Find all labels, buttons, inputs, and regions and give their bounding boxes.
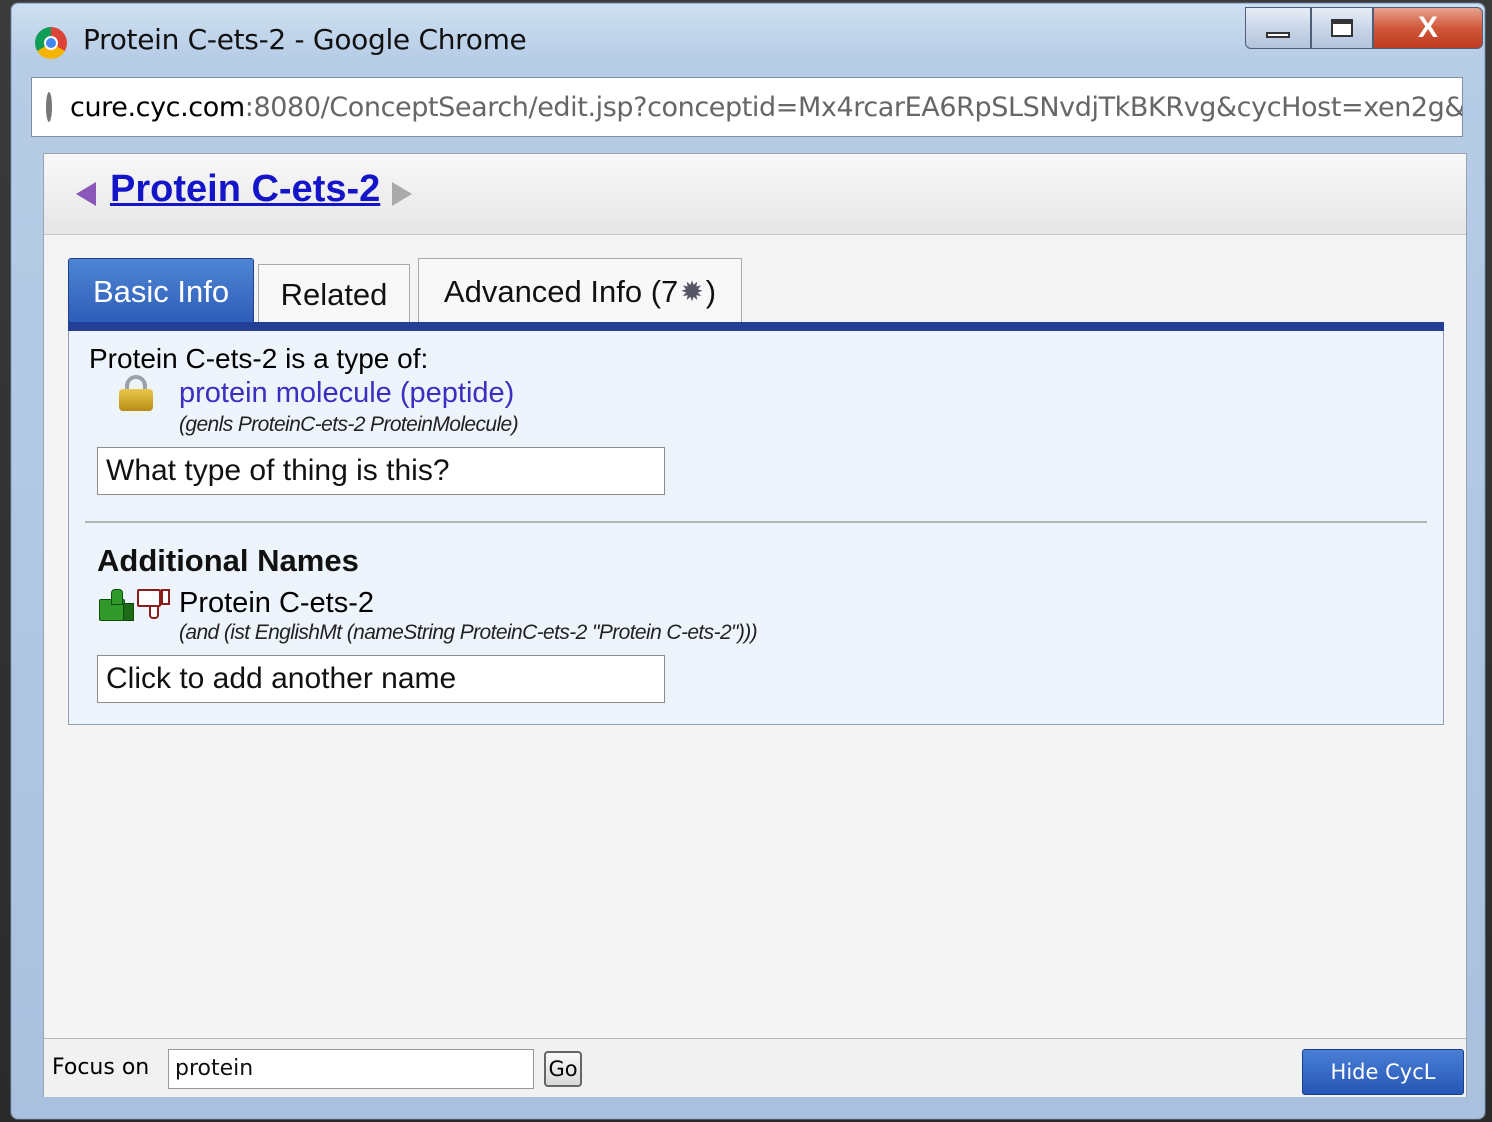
title-bar[interactable]: Protein C-ets-2 - Google Chrome X: [11, 3, 1485, 73]
thumbs-up-thumb: [111, 589, 123, 605]
globe-icon: [46, 92, 52, 122]
basic-info-panel: Protein C-ets-2 is a type of: protein mo…: [68, 331, 1444, 725]
type-link[interactable]: protein molecule (peptide): [179, 377, 514, 410]
url-path: :8080/ConceptSearch/edit.jsp?conceptid=M…: [244, 91, 1463, 123]
go-button[interactable]: Go: [544, 1051, 582, 1087]
focus-input[interactable]: protein: [168, 1049, 534, 1089]
thumbs-down-icon[interactable]: [137, 589, 171, 619]
previous-arrow-icon[interactable]: [76, 182, 96, 206]
maximize-button[interactable]: [1311, 7, 1373, 49]
type-input[interactable]: What type of thing is this?: [97, 447, 665, 495]
tab-advanced-suffix: ): [705, 273, 717, 309]
tab-related[interactable]: Related: [258, 264, 410, 324]
thumbs-up-icon[interactable]: [99, 589, 134, 621]
additional-name: Protein C-ets-2: [179, 587, 375, 619]
section-divider: [85, 521, 1427, 523]
address-bar[interactable]: cure.cyc.com:8080/ConceptSearch/edit.jsp…: [31, 77, 1463, 137]
window-title: Protein C-ets-2 - Google Chrome: [83, 23, 527, 56]
url-text[interactable]: cure.cyc.com:8080/ConceptSearch/edit.jsp…: [70, 91, 1463, 123]
browser-window: Protein C-ets-2 - Google Chrome X cure.c…: [10, 2, 1486, 1120]
window-controls: X: [1245, 7, 1483, 51]
close-icon: X: [1417, 11, 1438, 44]
lock-body: [119, 389, 153, 411]
maximize-icon: [1331, 19, 1353, 37]
bottom-bar: Focus on protein Go Hide CycL: [44, 1038, 1466, 1097]
minimize-icon: [1266, 32, 1290, 38]
tab-advanced-info[interactable]: Advanced Info (7 ✹): [418, 258, 742, 324]
star-burst-icon: ✹: [680, 276, 704, 307]
type-cycl-text: (genls ProteinC-ets-2 ProteinMolecule): [179, 413, 519, 436]
concept-header: Protein C-ets-2: [44, 154, 1466, 235]
type-heading: Protein C-ets-2 is a type of:: [89, 343, 429, 374]
minimize-button[interactable]: [1245, 7, 1311, 49]
concept-title-link[interactable]: Protein C-ets-2: [110, 168, 380, 211]
add-name-input[interactable]: Click to add another name: [97, 655, 665, 703]
next-arrow-icon[interactable]: [392, 182, 412, 206]
lock-icon: [119, 375, 153, 411]
tab-advanced-label: Advanced Info (7: [443, 273, 679, 309]
page-content: Protein C-ets-2 Basic Info Related Advan…: [43, 153, 1467, 1097]
thumbs-up-cuff: [123, 603, 134, 621]
thumbs-down-cuff: [161, 589, 170, 605]
name-cycl-text: (and (ist EnglishMt (nameString ProteinC…: [179, 621, 758, 644]
focus-label: Focus on: [52, 1055, 150, 1080]
tab-basic-info[interactable]: Basic Info: [68, 258, 254, 324]
thumbs-down-thumb: [149, 605, 159, 619]
hide-cycl-button[interactable]: Hide CycL: [1302, 1049, 1464, 1095]
additional-names-heading: Additional Names: [97, 543, 359, 578]
chrome-logo-icon: [35, 27, 67, 59]
url-host: cure.cyc.com: [70, 91, 245, 123]
close-button[interactable]: X: [1373, 7, 1483, 49]
tab-underline: [68, 322, 1444, 331]
